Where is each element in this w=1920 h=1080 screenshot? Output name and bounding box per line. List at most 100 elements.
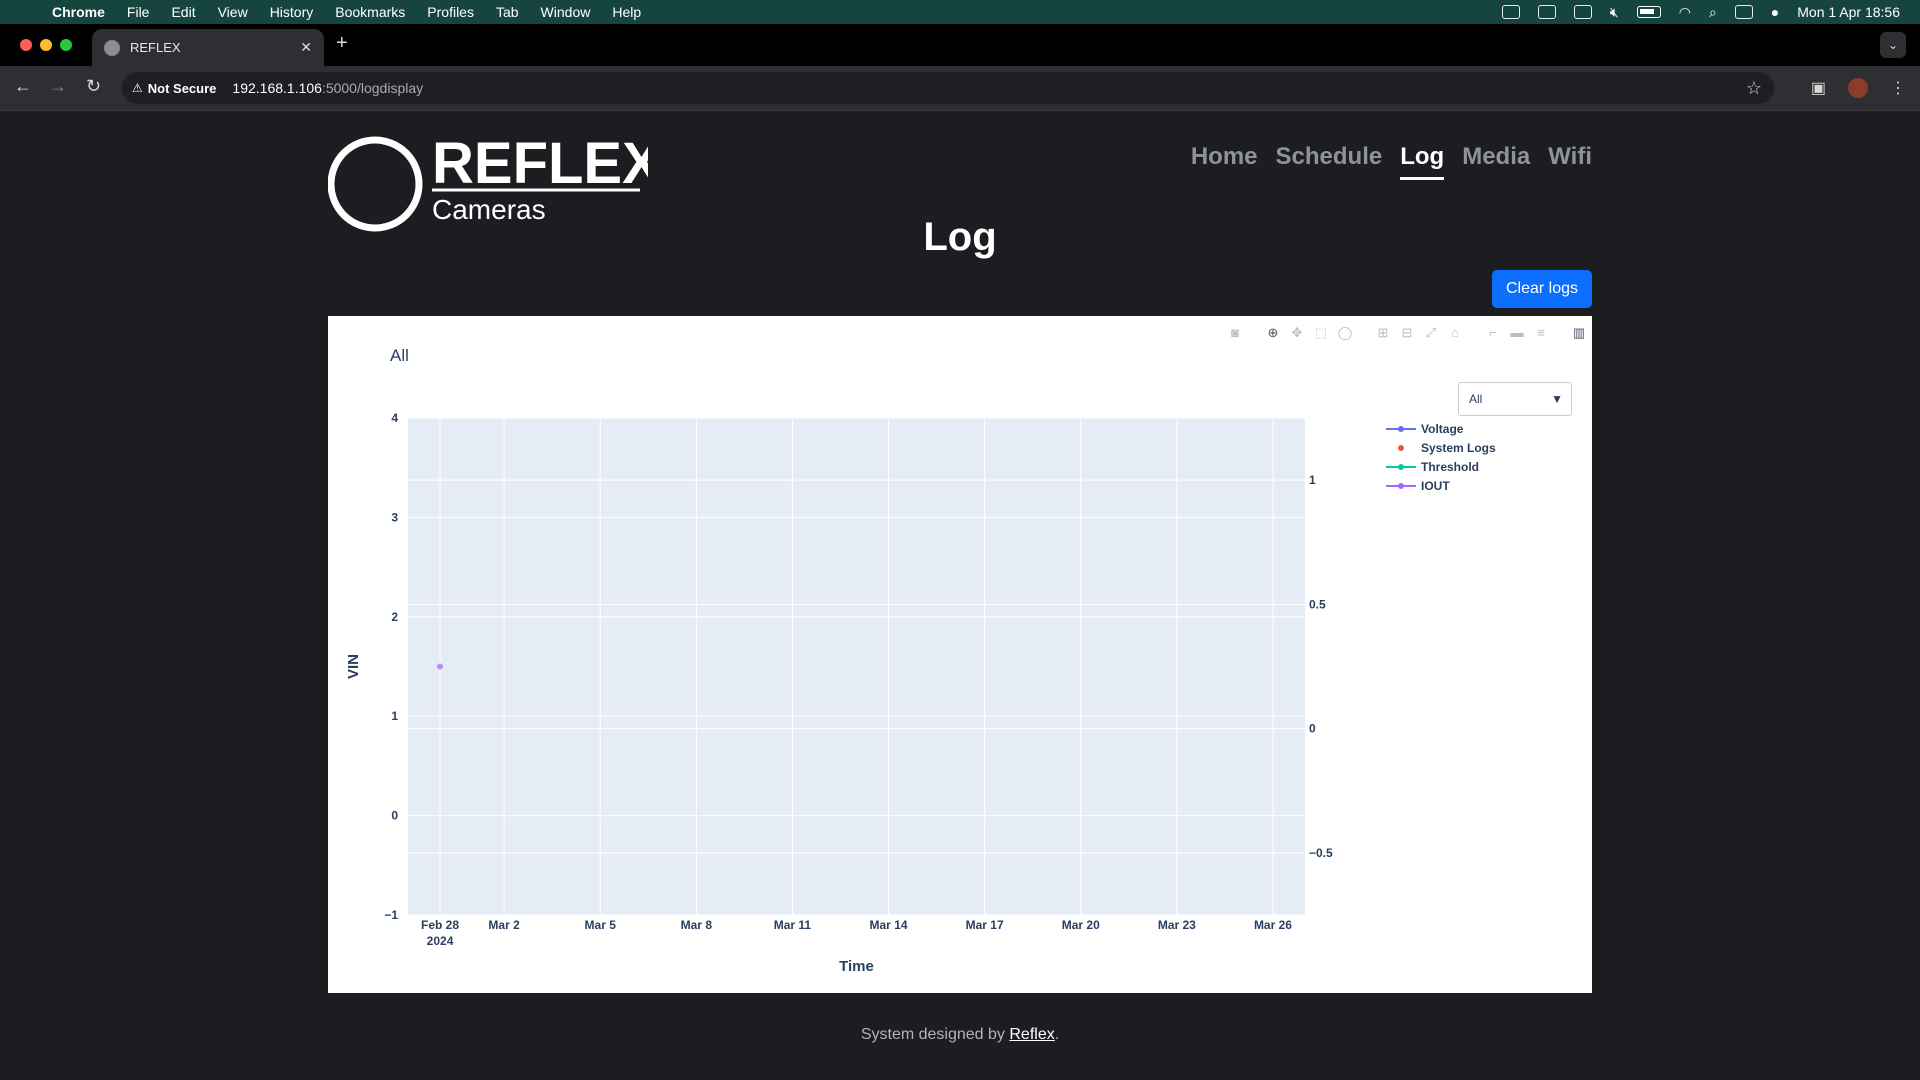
y2-tick-label: −0.5: [1309, 846, 1333, 860]
chart-svg: All −1 0 1 2 3 4 −0.5 0 0.5 1 Feb 28 Mar 2 Mar 5 Ma…: [345, 346, 1496, 975]
page-title: Log: [923, 215, 997, 259]
x-tick-label: Mar 2: [488, 918, 520, 932]
x-tick-label: Mar 8: [681, 918, 713, 932]
y-tick-label: 1: [391, 709, 398, 723]
nav-log[interactable]: Log: [1400, 143, 1445, 180]
status-tray: 🔇︎ ◠ ⌕ ● Mon 1 Apr 18:56: [1501, 0, 1900, 24]
y-tick-label: −1: [384, 908, 398, 922]
menu-window[interactable]: Window: [541, 4, 591, 20]
x-tick-label: Mar 14: [870, 918, 908, 932]
os-menubar: Chrome File Edit View History Bookmarks …: [0, 0, 1920, 24]
log-chart: ◙ ⊕ ✥ ⬚ ◯ ⊞ ⊟ ⤢ ⌂ ⌐ ▬ ≡ ▥ All −1 0 1 2 3 4 −0…: [328, 316, 1592, 993]
legend-item[interactable]: System Logs: [1398, 441, 1496, 455]
x-tick-label: Mar 5: [585, 918, 617, 932]
siri-icon[interactable]: ●: [1771, 4, 1779, 20]
cast-icon[interactable]: [1573, 5, 1592, 19]
x-tick-label: Mar 17: [966, 918, 1004, 932]
side-panel-icon[interactable]: ▣: [1811, 78, 1826, 98]
window-controls: [20, 39, 72, 51]
minimize-window-icon[interactable]: [40, 39, 52, 51]
reload-icon[interactable]: ↻: [86, 76, 101, 97]
y2-tick-label: 0: [1309, 722, 1316, 736]
x-axis-label: Time: [839, 958, 874, 975]
vpn-icon[interactable]: [1501, 5, 1520, 19]
x-year-label: 2024: [427, 934, 454, 948]
legend-item[interactable]: Threshold: [1386, 460, 1479, 474]
security-label[interactable]: Not Secure: [148, 81, 217, 96]
legend-marker: [1398, 483, 1404, 489]
y-tick-label: 3: [391, 510, 398, 524]
x-tick-label: Mar 20: [1062, 918, 1100, 932]
tab-title: REFLEX: [130, 40, 181, 55]
footer: System designed by Reflex.: [0, 1026, 1920, 1044]
nav-home[interactable]: Home: [1191, 143, 1258, 180]
plot-area[interactable]: [408, 418, 1305, 915]
forward-icon[interactable]: →: [49, 76, 67, 97]
tab-strip: REFLEX ✕ + ⌄: [0, 24, 1920, 66]
legend-marker: [1398, 426, 1404, 432]
battery-icon[interactable]: [1636, 6, 1661, 18]
url-host: 192.168.1.106: [232, 80, 322, 96]
url-path: :5000/logdisplay: [321, 80, 424, 96]
x-tick-label: Mar 23: [1158, 918, 1196, 932]
y-tick-label: 4: [391, 411, 398, 425]
legend-marker: [1398, 464, 1404, 470]
dropdown-arrow-icon: ▼: [1551, 392, 1563, 406]
mute-icon[interactable]: 🔇︎: [1610, 4, 1619, 21]
site-nav: Home Schedule Log Media Wifi: [1191, 143, 1592, 180]
legend-label: System Logs: [1421, 441, 1496, 455]
close-tab-icon[interactable]: ✕: [300, 39, 312, 56]
menu-view[interactable]: View: [218, 4, 248, 20]
menu-help[interactable]: Help: [612, 4, 641, 20]
y-tick-label: 2: [391, 610, 398, 624]
legend-item[interactable]: Voltage: [1386, 422, 1464, 436]
menu-file[interactable]: File: [127, 4, 150, 20]
address-bar[interactable]: ⚠ Not Secure 192.168.1.106:5000/logdispl…: [122, 72, 1774, 104]
browser-tab[interactable]: REFLEX ✕: [92, 29, 324, 66]
y2-tick-label: 0.5: [1309, 597, 1326, 611]
close-window-icon[interactable]: [20, 39, 32, 51]
new-tab-icon[interactable]: +: [336, 32, 348, 55]
data-point-iout: [437, 663, 444, 670]
more-menu-icon[interactable]: ⋮: [1890, 78, 1906, 98]
footer-period: .: [1054, 1026, 1060, 1043]
clear-logs-button[interactable]: Clear logs: [1492, 270, 1592, 308]
legend-item[interactable]: IOUT: [1386, 479, 1450, 493]
menu-edit[interactable]: Edit: [171, 4, 195, 20]
legend-label: Threshold: [1421, 460, 1479, 474]
x-tick-label: Feb 28: [421, 918, 459, 932]
menu-app-name[interactable]: Chrome: [52, 4, 105, 20]
nav-schedule[interactable]: Schedule: [1276, 143, 1383, 180]
tab-search-icon[interactable]: ⌄: [1880, 32, 1906, 58]
browser-toolbar: ← → ↻ ⚠ Not Secure 192.168.1.106:5000/lo…: [0, 66, 1920, 111]
back-icon[interactable]: ←: [14, 76, 32, 97]
nav-wifi[interactable]: Wifi: [1548, 143, 1592, 180]
footer-reflex-link[interactable]: Reflex: [1009, 1026, 1054, 1043]
menu-history[interactable]: History: [270, 4, 314, 20]
nav-media[interactable]: Media: [1462, 143, 1530, 180]
shield-icon[interactable]: [1537, 5, 1556, 19]
legend-marker: [1398, 445, 1404, 451]
page-content: REFLEX Cameras Home Schedule Log Media W…: [0, 111, 1920, 1080]
menu-bookmarks[interactable]: Bookmarks: [335, 4, 405, 20]
legend-label: Voltage: [1421, 422, 1464, 436]
search-icon[interactable]: ⌕: [1709, 4, 1717, 21]
series-filter-dropdown[interactable]: All ▼: [1458, 382, 1572, 416]
profile-avatar[interactable]: [1848, 78, 1868, 98]
x-tick-label: Mar 26: [1254, 918, 1292, 932]
bookmark-star-icon[interactable]: ☆: [1746, 78, 1762, 99]
legend-label: IOUT: [1421, 479, 1450, 493]
y-axis-label: VIN: [345, 654, 362, 679]
wifi-icon[interactable]: ◠: [1679, 4, 1691, 21]
control-center-icon[interactable]: [1734, 5, 1753, 19]
y2-tick-label: 1: [1309, 473, 1316, 487]
clock[interactable]: Mon 1 Apr 18:56: [1797, 4, 1900, 20]
globe-icon: [104, 39, 120, 56]
menu-profiles[interactable]: Profiles: [427, 4, 474, 20]
dropdown-value: All: [1469, 392, 1483, 406]
footer-text: System designed by: [860, 1026, 1010, 1043]
x-tick-label: Mar 11: [774, 918, 812, 932]
menu-tab[interactable]: Tab: [496, 4, 519, 20]
warning-icon[interactable]: ⚠: [132, 81, 143, 95]
zoom-window-icon[interactable]: [60, 39, 72, 51]
